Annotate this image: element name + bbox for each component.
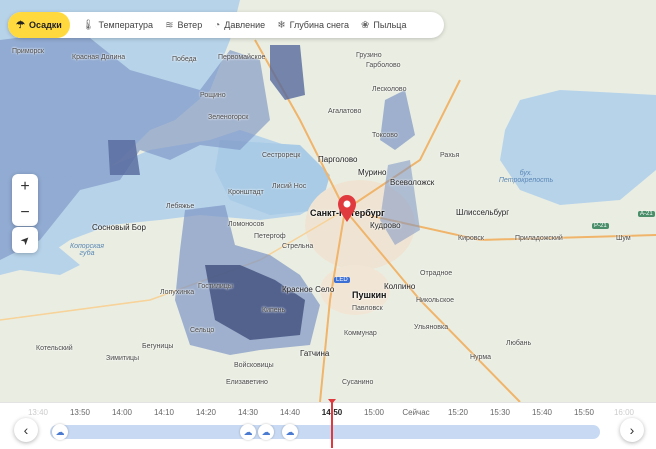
timeline-tick-now[interactable]: Сейчас [402, 408, 429, 417]
timeline-cursor[interactable] [331, 399, 333, 448]
umbrella-cloud-icon: ☂ [16, 19, 25, 31]
rain-cloud-icon: ☁ [240, 424, 256, 440]
timeline-prev-button[interactable]: ‹ [14, 418, 38, 442]
timeline-tick[interactable]: 14:10 [154, 408, 174, 417]
timeline-tick[interactable]: 14:00 [112, 408, 132, 417]
timeline-tick[interactable]: 15:30 [490, 408, 510, 417]
rain-cloud-icon: ☁ [282, 424, 298, 440]
tab-label: Ветер [177, 20, 203, 30]
tab-snow-depth[interactable]: ❄ Глубина снега [271, 12, 355, 38]
wind-icon: ≋ [165, 19, 174, 31]
timeline-tick[interactable]: 15:40 [532, 408, 552, 417]
map-base [0, 0, 656, 402]
timeline-tick[interactable]: 14:30 [238, 408, 258, 417]
locate-control: ➤ [12, 227, 38, 253]
weather-map[interactable]: Приморск Красная Долина Победа Первомайс… [0, 0, 656, 402]
tab-wind[interactable]: ≋ Ветер [159, 12, 208, 38]
tab-label: Пыльца [373, 20, 407, 30]
timeline-tick[interactable]: 15:00 [364, 408, 384, 417]
tab-label: Давление [224, 20, 266, 30]
tab-label: Температура [98, 20, 154, 30]
snowflake-icon: ❄ [277, 19, 286, 31]
timeline-tick[interactable]: 16:00 [614, 408, 634, 417]
timeline-track[interactable] [50, 425, 600, 439]
thermometer-icon: 🌡 [81, 19, 95, 31]
timeline-tick[interactable]: 15:20 [448, 408, 468, 417]
pollen-icon: ❀ [361, 19, 370, 31]
tab-temperature[interactable]: 🌡 Температура [76, 12, 159, 38]
tab-label: Осадки [28, 20, 62, 30]
layer-tabs: ☂ Осадки 🌡 Температура ≋ Ветер ◔ Давлени… [8, 12, 444, 38]
timeline-tick[interactable]: 13:50 [70, 408, 90, 417]
timeline: 13:40 13:50 14:00 14:10 14:20 14:30 14:4… [0, 402, 656, 449]
gauge-icon: ◔ [214, 19, 221, 31]
rain-cloud-icon: ☁ [52, 424, 68, 440]
zoom-in-button[interactable]: + [12, 174, 38, 200]
timeline-tick[interactable]: 14:20 [196, 408, 216, 417]
timeline-tick[interactable]: 14:40 [280, 408, 300, 417]
location-pin-icon[interactable] [337, 195, 357, 223]
timeline-tick[interactable]: 13:40 [28, 408, 48, 417]
timeline-next-button[interactable]: › [620, 418, 644, 442]
tab-precipitation[interactable]: ☂ Осадки [8, 12, 70, 38]
timeline-cursor-head[interactable] [328, 399, 336, 404]
navigation-arrow-icon: ➤ [17, 232, 33, 248]
tab-label: Глубина снега [289, 20, 350, 30]
rain-cloud-icon: ☁ [258, 424, 274, 440]
tab-pressure[interactable]: ◔ Давление [208, 12, 271, 38]
zoom-controls: + − [12, 174, 38, 226]
timeline-tick[interactable]: 15:50 [574, 408, 594, 417]
tab-pollen[interactable]: ❀ Пыльца [355, 12, 412, 38]
